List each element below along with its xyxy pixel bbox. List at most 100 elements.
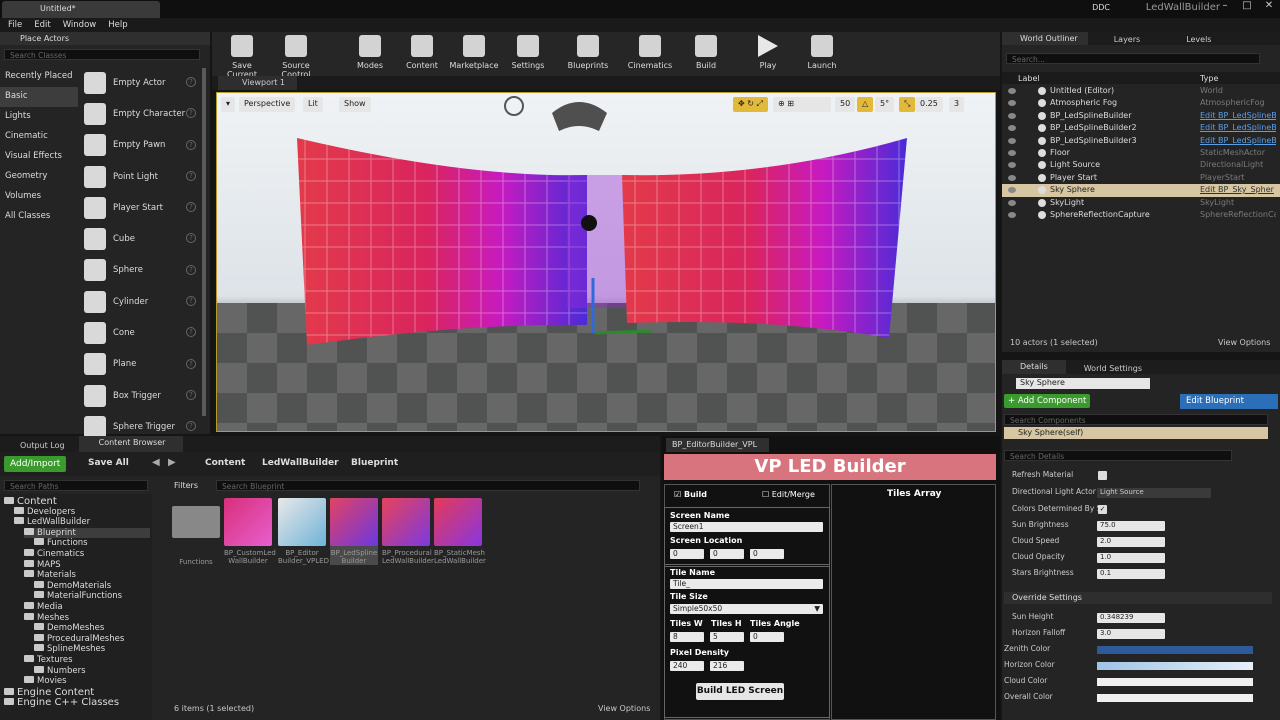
- toolbar-play-button[interactable]: Play: [742, 35, 794, 70]
- menu-file[interactable]: File: [8, 20, 22, 30]
- tab-world-settings[interactable]: World Settings: [1066, 362, 1142, 373]
- content-view-options[interactable]: View Options: [598, 704, 650, 713]
- outliner-row[interactable]: BP_LedSplineBuilder Edit BP_LedSplineB: [1002, 110, 1280, 122]
- help-icon[interactable]: ?: [186, 108, 196, 119]
- outliner-row[interactable]: Untitled (Editor) World: [1002, 85, 1280, 97]
- property-value[interactable]: Light Source: [1097, 488, 1211, 498]
- category-all-classes[interactable]: All Classes: [0, 207, 78, 227]
- breadcrumb-content[interactable]: Content: [205, 458, 245, 468]
- toolbar-blueprints-button[interactable]: Blueprints: [562, 35, 614, 70]
- help-icon[interactable]: ?: [186, 421, 196, 432]
- category-recently-placed[interactable]: Recently Placed: [0, 67, 78, 87]
- visibility-eye-icon[interactable]: [1008, 187, 1016, 194]
- add-component-button[interactable]: + Add Component: [1004, 394, 1091, 408]
- perspective-button[interactable]: Perspective: [239, 97, 296, 112]
- property-value[interactable]: 75.0: [1097, 521, 1165, 531]
- visibility-eye-icon[interactable]: [1008, 112, 1016, 119]
- save-all-button[interactable]: Save All: [88, 458, 129, 468]
- show-button[interactable]: Show: [339, 97, 371, 112]
- color-swatch[interactable]: [1097, 694, 1253, 702]
- tree-folder-developers[interactable]: Developers: [14, 506, 75, 517]
- tab-layers[interactable]: Layers: [1088, 33, 1150, 44]
- tab-content-browser[interactable]: Content Browser: [78, 436, 184, 452]
- actor-item-box-trigger[interactable]: Box Trigger?: [80, 380, 200, 411]
- scale-snap-toggle[interactable]: ⤡: [899, 97, 916, 112]
- property-value[interactable]: 2.0: [1097, 537, 1165, 547]
- help-icon[interactable]: ?: [186, 170, 196, 181]
- tree-folder-textures[interactable]: Textures: [24, 655, 73, 665]
- outliner-row[interactable]: Sky Sphere Edit BP_Sky_Spher: [1002, 184, 1280, 197]
- actor-item-point-light[interactable]: Point Light?: [80, 161, 200, 192]
- actor-item-player-start[interactable]: Player Start?: [80, 192, 200, 223]
- column-label[interactable]: Label: [1018, 74, 1200, 83]
- visibility-eye-icon[interactable]: [1008, 100, 1016, 107]
- tree-folder-materialfunctions[interactable]: MaterialFunctions: [34, 591, 122, 601]
- screen-location-x[interactable]: 0: [670, 549, 704, 559]
- help-icon[interactable]: ?: [186, 233, 196, 244]
- color-swatch[interactable]: [1097, 678, 1253, 686]
- visibility-eye-icon[interactable]: [1008, 199, 1016, 206]
- asset-bp-staticmeshledwallbuilder[interactable]: BP_StaticMesh LedWallBuilder: [434, 498, 486, 565]
- edit-merge-checkbox[interactable]: ☐ Edit/Merge: [762, 490, 815, 499]
- toolbar-cinematics-button[interactable]: Cinematics: [624, 35, 676, 70]
- build-checkbox[interactable]: ☑ Build: [674, 490, 707, 499]
- outliner-row[interactable]: BP_LedSplineBuilder2 Edit BP_LedSplineB: [1002, 122, 1280, 134]
- tree-folder-meshes[interactable]: Meshes: [24, 612, 69, 623]
- close-icon[interactable]: ✕: [1258, 0, 1280, 14]
- toolbar-modes-button[interactable]: Modes: [344, 35, 396, 70]
- screen-location-y[interactable]: 0: [710, 549, 744, 559]
- outliner-row[interactable]: SphereReflectionCapture SphereReflectionC…: [1002, 209, 1280, 221]
- actor-item-empty-actor[interactable]: Empty Actor?: [80, 67, 200, 98]
- edit-blueprint-button[interactable]: Edit Blueprint: [1180, 394, 1278, 409]
- document-tab[interactable]: Untitled*: [2, 1, 160, 18]
- tab-levels[interactable]: Levels: [1150, 33, 1221, 44]
- tree-folder-engine-content[interactable]: Engine Content: [4, 687, 94, 698]
- visibility-eye-icon[interactable]: [1008, 174, 1016, 181]
- color-swatch[interactable]: [1097, 646, 1253, 654]
- tab-output-log[interactable]: Output Log: [0, 439, 79, 450]
- actor-item-empty-pawn[interactable]: Empty Pawn?: [80, 130, 200, 161]
- property-checkbox[interactable]: ✓: [1098, 505, 1107, 514]
- help-icon[interactable]: ?: [186, 139, 196, 150]
- screen-location-z[interactable]: 0: [750, 549, 784, 559]
- tree-folder-proceduralmeshes[interactable]: ProceduralMeshes: [34, 633, 124, 644]
- toolbar-save-current-button[interactable]: Save Current: [216, 35, 268, 79]
- tab-details[interactable]: Details: [1002, 360, 1066, 374]
- visibility-eye-icon[interactable]: [1008, 211, 1016, 218]
- color-swatch[interactable]: [1097, 662, 1253, 670]
- override-settings-header[interactable]: Override Settings: [1004, 592, 1272, 604]
- build-led-screen-button[interactable]: Build LED Screen: [696, 683, 784, 700]
- actor-name-field[interactable]: Sky Sphere: [1016, 378, 1150, 389]
- tile-name-input[interactable]: Tile_: [670, 579, 823, 589]
- property-value[interactable]: 1.0: [1097, 553, 1165, 563]
- tiles-angle-input[interactable]: 0: [750, 632, 784, 642]
- outliner-row-type[interactable]: Edit BP_LedSplineB: [1200, 111, 1276, 120]
- minimize-icon[interactable]: –: [1214, 0, 1236, 14]
- asset-bp-ledsplinebuilder[interactable]: BP_LedSpline Builder: [330, 498, 378, 565]
- search-details-input[interactable]: Search Details: [1004, 450, 1232, 461]
- asset-bp-customledwallbuilder[interactable]: BP_CustomLed WallBuilder: [224, 498, 276, 565]
- category-basic[interactable]: Basic: [0, 87, 78, 107]
- tree-folder-splinemeshes[interactable]: SplineMeshes: [34, 644, 105, 654]
- screen-name-input[interactable]: Screen1: [670, 522, 823, 532]
- category-visual-effects[interactable]: Visual Effects: [0, 147, 78, 167]
- visibility-eye-icon[interactable]: [1008, 88, 1016, 94]
- outliner-row-type[interactable]: Edit BP_LedSplineB: [1200, 136, 1276, 145]
- tree-folder-demomaterials[interactable]: DemoMaterials: [34, 580, 111, 591]
- actor-item-empty-character[interactable]: Empty Character?: [80, 98, 200, 129]
- grid-snap-value[interactable]: 50: [835, 97, 856, 112]
- column-type[interactable]: Type: [1200, 74, 1218, 83]
- outliner-row[interactable]: BP_LedSplineBuilder3 Edit BP_LedSplineB: [1002, 135, 1280, 147]
- breadcrumb-blueprint[interactable]: Blueprint: [351, 458, 398, 468]
- pixel-density-w[interactable]: 240: [670, 661, 704, 671]
- tile-size-select[interactable]: Simple50x50 ▼: [670, 604, 823, 614]
- toolbar-source-control-button[interactable]: Source Control: [270, 35, 322, 79]
- scale-snap-value[interactable]: 0.25: [915, 97, 943, 112]
- tree-folder-cinematics[interactable]: Cinematics: [24, 549, 84, 559]
- actor-item-sphere[interactable]: Sphere?: [80, 255, 200, 286]
- outliner-view-options[interactable]: View Options: [1218, 338, 1270, 347]
- outliner-row[interactable]: Player Start PlayerStart: [1002, 172, 1280, 184]
- tab-world-outliner[interactable]: World Outliner: [1002, 32, 1088, 45]
- toolbar-settings-button[interactable]: Settings: [502, 35, 554, 70]
- help-icon[interactable]: ?: [186, 77, 196, 87]
